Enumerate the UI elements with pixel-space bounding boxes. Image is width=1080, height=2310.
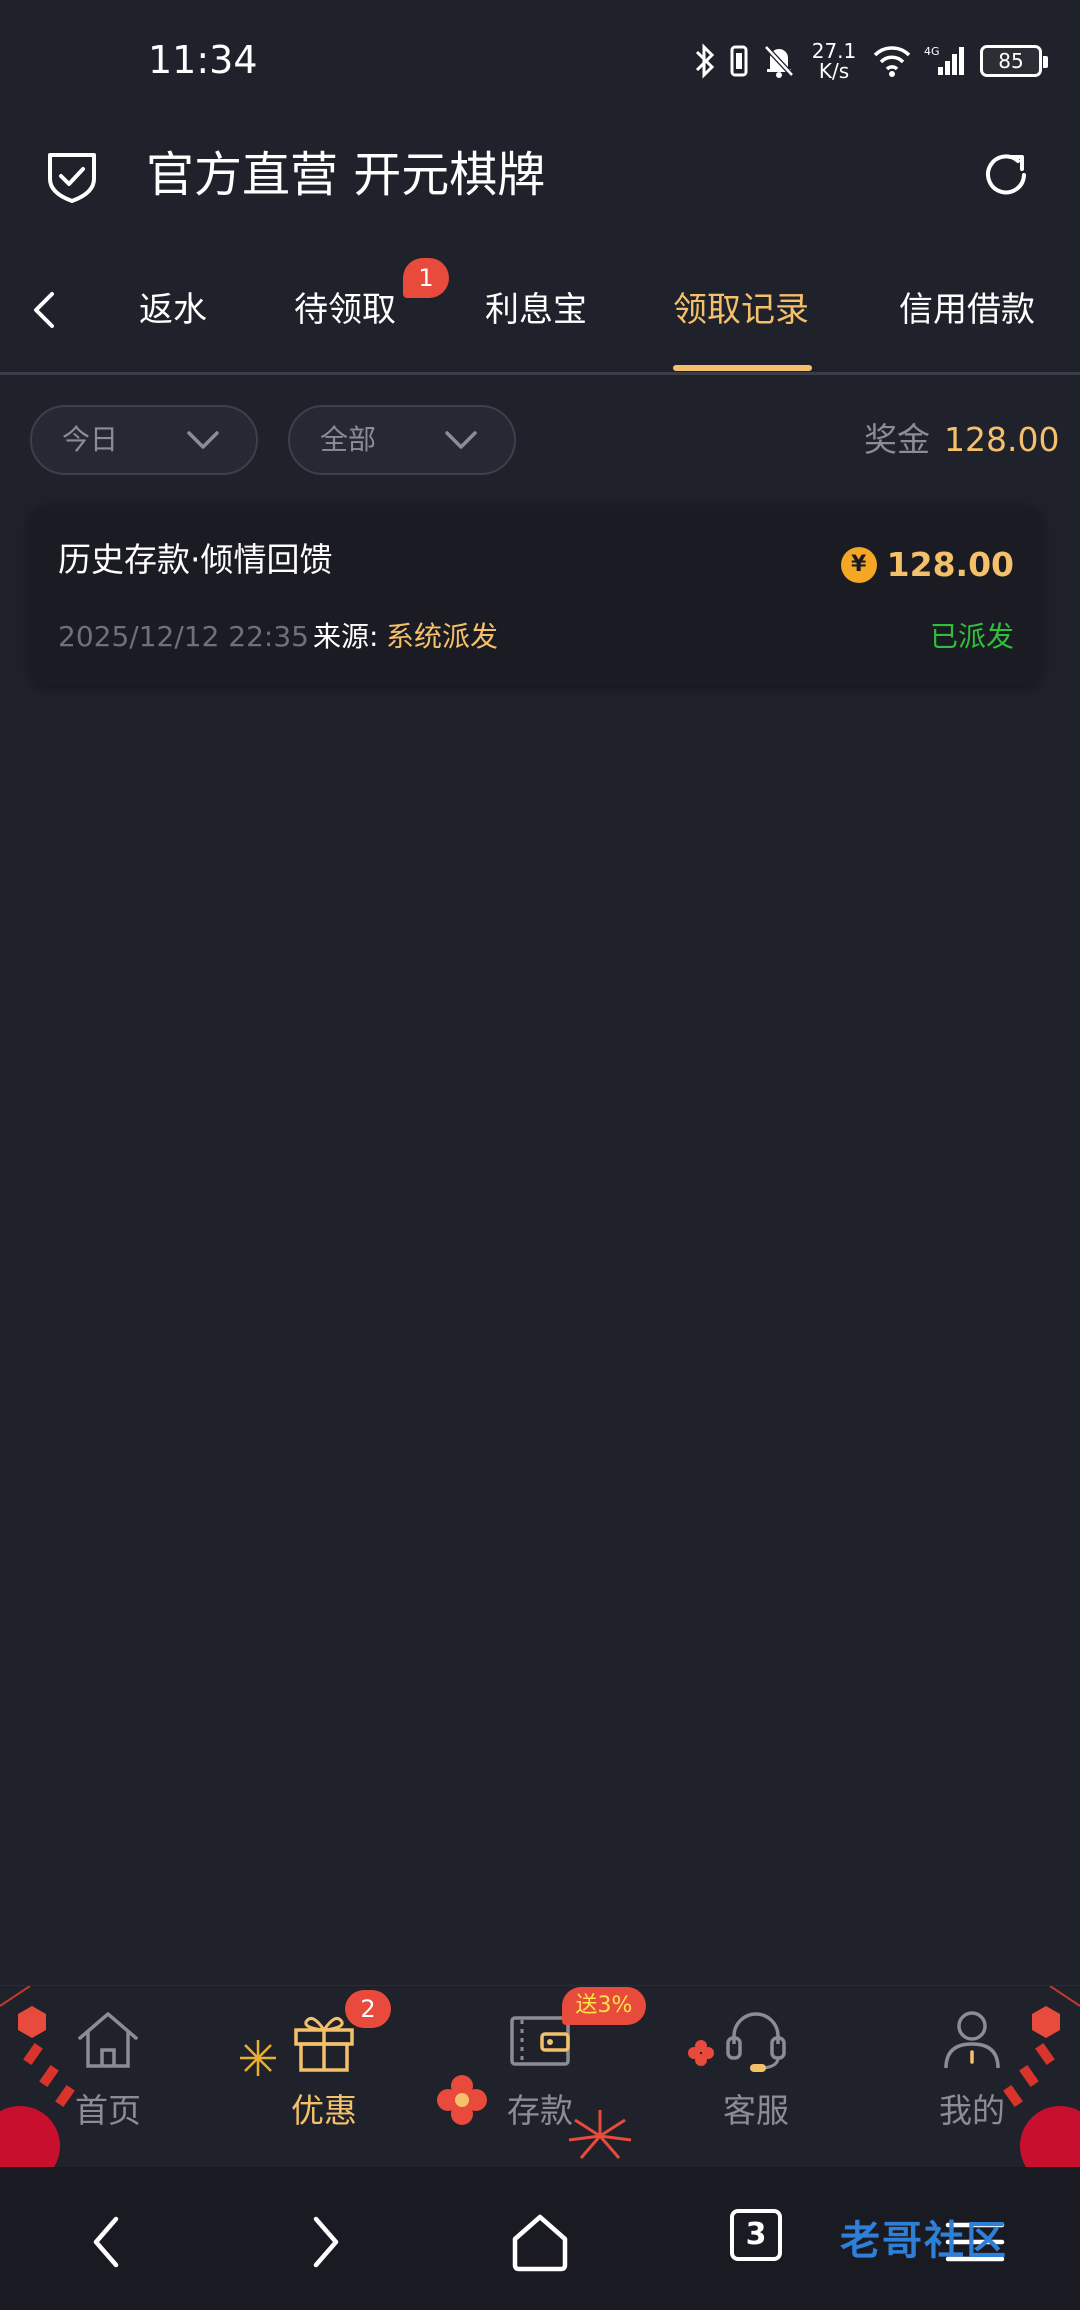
tab-credit-loan[interactable]: 信用借款 [899, 280, 1035, 340]
shield-check-icon[interactable] [42, 145, 102, 205]
vibrate-icon [730, 45, 748, 77]
pending-claim-badge: 1 [403, 258, 449, 298]
wifi-icon [873, 46, 911, 77]
tab-claim-records[interactable]: 领取记录 [673, 280, 809, 340]
refresh-icon[interactable] [976, 145, 1036, 205]
bonus-total-value: 128.00 [944, 420, 1060, 459]
network-speed: 27.1 K/s [808, 41, 860, 81]
nav-deposit-label: 存款 [507, 2091, 573, 2130]
record-amount-group: ¥ 128.00 [840, 540, 1014, 590]
tab-interest[interactable]: 利息宝 [485, 280, 587, 340]
status-bar: 11:34 27.1 K/s 4G 85 [0, 0, 1080, 125]
home-button-icon[interactable] [505, 2207, 575, 2277]
mute-bell-icon [764, 45, 794, 78]
bonus-total-label: 奖金 [864, 420, 930, 459]
record-amount: 128.00 [886, 545, 1014, 584]
home-icon [78, 2012, 138, 2068]
type-filter-dropdown[interactable]: 全部 [288, 405, 516, 475]
record-title: 历史存款·倾情回馈 [58, 540, 333, 579]
chevron-down-icon [187, 431, 219, 449]
nav-home-label: 首页 [75, 2091, 141, 2130]
tab-rebate[interactable]: 返水 [139, 280, 207, 340]
nav-home[interactable]: 首页 [18, 1986, 198, 2167]
coin-icon: ¥ [840, 547, 877, 583]
status-icons: 27.1 K/s 4G 85 [694, 36, 1048, 86]
record-date: 2025/12/12 22:35 [58, 620, 309, 653]
record-status: 已派发 [929, 620, 1014, 653]
user-icon [944, 2011, 1000, 2069]
date-filter-value: 今日 [62, 423, 119, 456]
promotions-badge: 2 [345, 1990, 391, 2028]
nav-support-label: 客服 [723, 2091, 789, 2130]
network-speed-value: 27.1 [811, 39, 857, 63]
battery-icon: 85 [980, 45, 1048, 77]
active-tab-indicator [673, 365, 812, 371]
signal-icon: 4G [924, 45, 964, 75]
network-speed-unit: K/s [818, 59, 850, 83]
record-source-value: 系统派发 [386, 620, 499, 653]
chevron-left-icon[interactable] [20, 280, 70, 340]
nav-profile-label: 我的 [939, 2091, 1005, 2130]
page-title: 官方直营 开元棋牌 [146, 147, 546, 203]
deposit-bonus-badge: 送3% [562, 1987, 646, 2025]
record-card[interactable]: 历史存款·倾情回馈 ¥ 128.00 2025/12/12 22:35 来源: … [30, 505, 1042, 685]
bluetooth-icon [695, 43, 715, 79]
app-header: 官方直营 开元棋牌 [0, 125, 1080, 225]
bottom-nav: 首页 优惠 存款 客服 我的 [0, 1985, 1080, 2167]
nav-support[interactable]: 客服 [666, 1986, 846, 2167]
type-filter-value: 全部 [320, 423, 377, 456]
svg-text:4G: 4G [924, 45, 940, 58]
watermark-logo: 老哥社区 [840, 2218, 1008, 2264]
date-filter-dropdown[interactable]: 今日 [30, 405, 258, 475]
nav-promotions-label: 优惠 [291, 2091, 357, 2130]
chevron-down-icon [445, 431, 477, 449]
headset-icon [726, 2012, 786, 2072]
tab-switcher-button[interactable]: 3 [730, 2209, 782, 2261]
forward-arrow-icon[interactable] [290, 2207, 360, 2277]
record-source-label: 来源: [313, 620, 379, 653]
tab-bar: 返水 待领取 利息宝 领取记录 信用借款 [0, 250, 1080, 375]
back-arrow-icon[interactable] [72, 2207, 142, 2277]
nav-profile[interactable]: 我的 [882, 1986, 1062, 2167]
status-time: 11:34 [148, 38, 258, 82]
tab-pending-claim[interactable]: 待领取 [294, 280, 396, 340]
